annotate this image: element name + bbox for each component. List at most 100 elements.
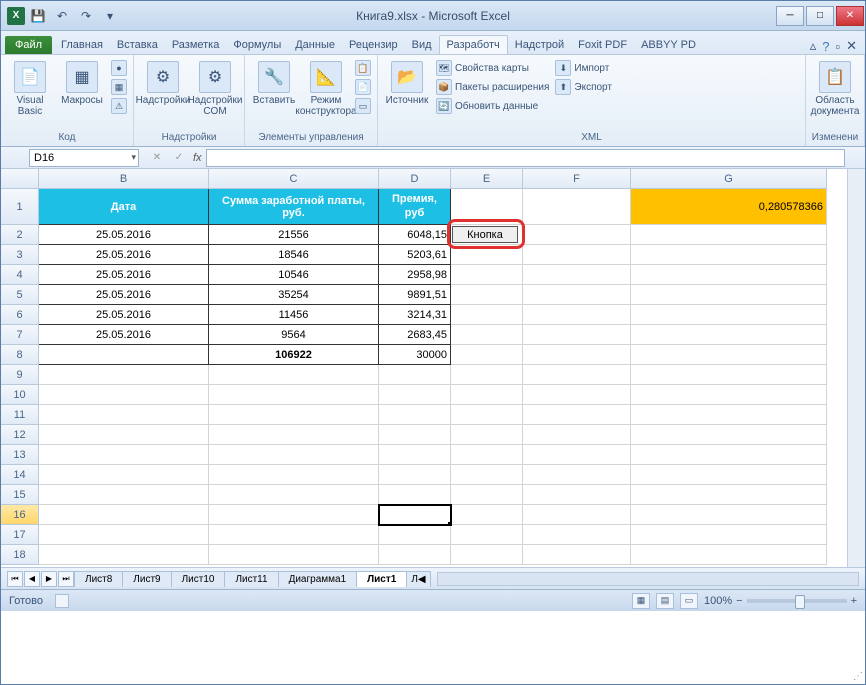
cell-b11[interactable] [39,405,209,425]
tab-view[interactable]: Вид [405,36,439,54]
cell-b2[interactable]: 25.05.2016 [39,225,209,245]
cell-c15[interactable] [209,485,379,505]
cell-c7[interactable]: 9564 [209,325,379,345]
refresh-data-button[interactable]: 🔄Обновить данные [434,97,551,115]
cell-c9[interactable] [209,365,379,385]
cell-d5[interactable]: 9891,51 [379,285,451,305]
cell-f10[interactable] [523,385,631,405]
cell-f11[interactable] [523,405,631,425]
cell-b5[interactable]: 25.05.2016 [39,285,209,305]
cell-f9[interactable] [523,365,631,385]
qat-redo-button[interactable]: ↷ [75,5,97,27]
row-header-2[interactable]: 2 [1,225,39,245]
view-pagebreak-button[interactable]: ▭ [680,593,698,609]
tab-home[interactable]: Главная [54,36,110,54]
cell-f6[interactable] [523,305,631,325]
sheet-tab-0[interactable]: Лист8 [74,571,123,587]
zoom-out-button[interactable]: − [736,595,742,607]
cell-f8[interactable] [523,345,631,365]
cell-c3[interactable]: 18546 [209,245,379,265]
cell-b12[interactable] [39,425,209,445]
cell-b9[interactable] [39,365,209,385]
cell-g17[interactable] [631,525,827,545]
cell-c18[interactable] [209,545,379,565]
cell-f2[interactable] [523,225,631,245]
cell-g10[interactable] [631,385,827,405]
view-normal-button[interactable]: ▦ [632,593,650,609]
cell-d17[interactable] [379,525,451,545]
cell-e16[interactable] [451,505,523,525]
sheet-nav-last[interactable]: ⏭ [58,571,74,587]
document-panel-button[interactable]: 📋Область документа [810,59,860,119]
export-button[interactable]: ⬆Экспорт [553,78,614,96]
tab-addins[interactable]: Надстрой [508,36,571,54]
cell-f12[interactable] [523,425,631,445]
cell-e18[interactable] [451,545,523,565]
relative-refs-button[interactable]: ▦ [109,78,129,96]
cell-c17[interactable] [209,525,379,545]
tab-abbyy[interactable]: ABBYY PD [634,36,703,54]
cell-e17[interactable] [451,525,523,545]
cell-e15[interactable] [451,485,523,505]
name-box[interactable]: D16 [29,149,139,167]
cell-b4[interactable]: 25.05.2016 [39,265,209,285]
cell-e5[interactable] [451,285,523,305]
cell-d12[interactable] [379,425,451,445]
row-header-3[interactable]: 3 [1,245,39,265]
cell-c12[interactable] [209,425,379,445]
view-pagelayout-button[interactable]: ▤ [656,593,674,609]
cell-g7[interactable] [631,325,827,345]
macro-security-button[interactable]: ⚠ [109,97,129,115]
cell-b8[interactable] [39,345,209,365]
row-header-12[interactable]: 12 [1,425,39,445]
cell-d4[interactable]: 2958,98 [379,265,451,285]
cell-c10[interactable] [209,385,379,405]
tab-insert[interactable]: Вставка [110,36,165,54]
cell-d14[interactable] [379,465,451,485]
row-header-10[interactable]: 10 [1,385,39,405]
file-tab[interactable]: Файл [5,36,52,54]
cell-b1[interactable]: Дата [39,189,209,225]
cell-c14[interactable] [209,465,379,485]
cell-c8[interactable]: 106922 [209,345,379,365]
zoom-in-button[interactable]: + [851,595,857,607]
cell-g16[interactable] [631,505,827,525]
cell-f17[interactable] [523,525,631,545]
cell-g18[interactable] [631,545,827,565]
cell-b6[interactable]: 25.05.2016 [39,305,209,325]
expansion-packs-button[interactable]: 📦Пакеты расширения [434,78,551,96]
cell-d7[interactable]: 2683,45 [379,325,451,345]
cell-g2[interactable] [631,225,827,245]
insert-control-button[interactable]: 🔧Вставить [249,59,299,108]
row-header-14[interactable]: 14 [1,465,39,485]
row-header-16[interactable]: 16 [1,505,39,525]
col-header-c[interactable]: C [209,169,379,189]
cell-g13[interactable] [631,445,827,465]
run-dialog-button[interactable]: ▭ [353,97,373,115]
col-header-d[interactable]: D [379,169,451,189]
row-header-1[interactable]: 1 [1,189,39,225]
tab-foxitpdf[interactable]: Foxit PDF [571,36,634,54]
cell-d8[interactable]: 30000 [379,345,451,365]
macro-record-icon[interactable] [55,594,69,608]
sheet-tab-2[interactable]: Лист10 [171,571,226,587]
cell-b14[interactable] [39,465,209,485]
cell-e9[interactable] [451,365,523,385]
row-header-13[interactable]: 13 [1,445,39,465]
cell-c11[interactable] [209,405,379,425]
addins-button[interactable]: ⚙Надстройки [138,59,188,108]
fx-icon[interactable]: fx [193,152,202,164]
cell-g15[interactable] [631,485,827,505]
cell-f13[interactable] [523,445,631,465]
cell-c6[interactable]: 11456 [209,305,379,325]
cell-c1[interactable]: Сумма заработной платы, руб. [209,189,379,225]
row-header-6[interactable]: 6 [1,305,39,325]
cell-c16[interactable] [209,505,379,525]
col-header-e[interactable]: E [451,169,523,189]
cell-d18[interactable] [379,545,451,565]
form-button-knopka[interactable]: Кнопка [452,226,518,243]
cell-g14[interactable] [631,465,827,485]
com-addins-button[interactable]: ⚙Надстройки COM [190,59,240,119]
cell-g8[interactable] [631,345,827,365]
row-header-7[interactable]: 7 [1,325,39,345]
